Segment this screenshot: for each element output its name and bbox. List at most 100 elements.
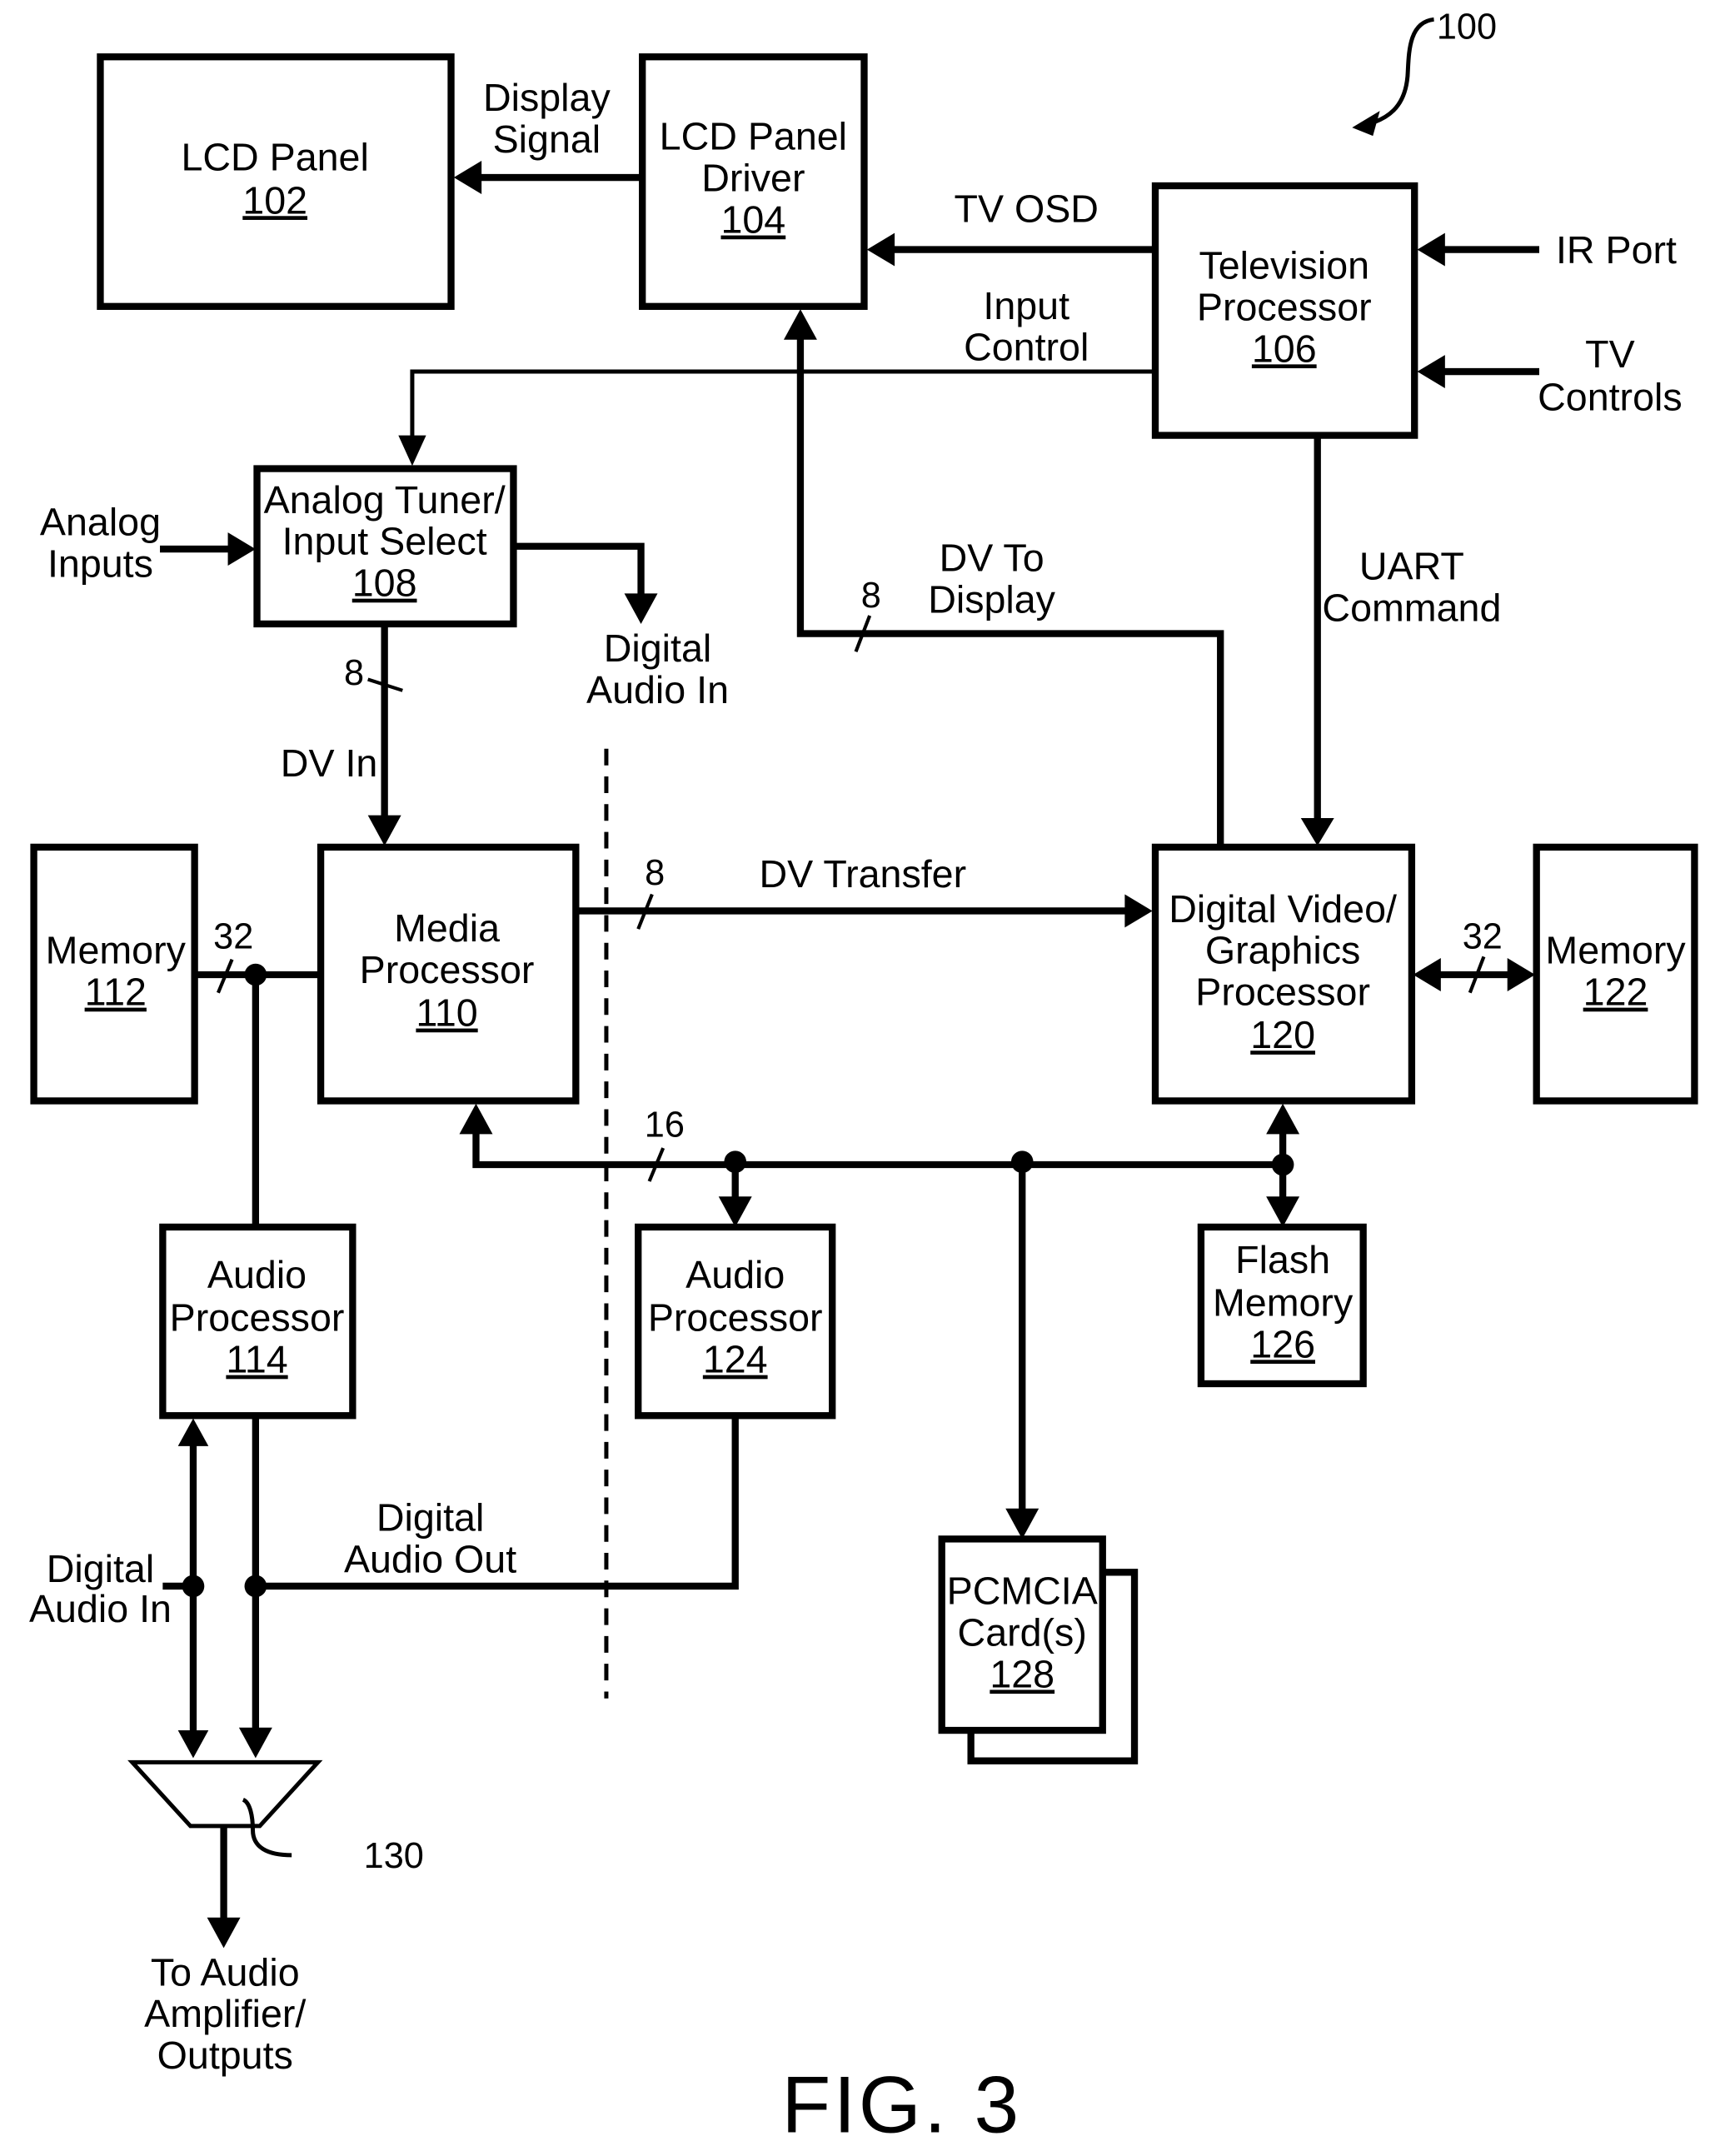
memory-112-bus-width: 32 (213, 916, 253, 956)
memory-122-bus-arrow-right (1507, 958, 1536, 991)
digital-audio-in-bottom-label-1: Digital (47, 1547, 154, 1590)
bus-to-dvg-arrowhead (1266, 1103, 1300, 1135)
digital-audio-out-label-1: Digital (376, 1495, 484, 1539)
dv-to-display-arrowhead (783, 309, 817, 340)
lcd-panel-ref: 102 (242, 178, 307, 222)
pcmcia-title-2: Card(s) (958, 1611, 1087, 1654)
tv-processor-title-1: Television (1199, 244, 1369, 287)
memory-112-ref: 112 (85, 971, 147, 1014)
audio-114-title-1: Audio (207, 1253, 307, 1296)
audio-114-out-arrowhead (238, 1727, 272, 1759)
digital-audio-in-bottom-label-2: Audio In (29, 1587, 172, 1630)
block-audio-processor-124[interactable]: Audio Processor 124 (635, 1223, 836, 1420)
tv-osd-arrowhead (866, 232, 895, 267)
block-television-processor[interactable]: Television Processor 106 (1151, 182, 1418, 439)
to-audio-amp-label-1: To Audio (151, 1950, 300, 1994)
flash-memory-title-1: Flash (1235, 1238, 1330, 1281)
flash-memory-ref: 126 (1250, 1322, 1315, 1365)
tv-controls-label-1: TV (1585, 332, 1635, 376)
block-analog-tuner[interactable]: Analog Tuner/ Input Select 108 (253, 465, 517, 628)
analog-tuner-ref: 108 (352, 561, 417, 605)
tv-controls-arrowhead (1417, 355, 1445, 389)
flash-memory-title-2: Memory (1213, 1280, 1354, 1324)
block-pcmcia-cards[interactable]: PCMCIA Card(s) 128 (938, 1535, 1139, 1764)
mixer-ref-label: 130 (364, 1836, 424, 1876)
tv-controls-label-2: Controls (1538, 376, 1683, 419)
dv-graphics-title-3: Processor (1195, 971, 1370, 1014)
uart-command-label-2: Command (1322, 586, 1501, 630)
lcd-driver-ref: 104 (720, 198, 785, 242)
display-signal-label-1: Display (483, 76, 611, 119)
bus-to-audio-124-arrowhead (718, 1196, 752, 1227)
ir-port-label: IR Port (1556, 228, 1677, 272)
digital-audio-in-top-arrowhead (624, 593, 658, 624)
block-dv-graphics-processor[interactable]: Digital Video/ Graphics Processor 120 (1151, 843, 1416, 1105)
display-signal-label-2: Signal (493, 117, 601, 161)
input-control-wire (410, 369, 1155, 442)
digital-audio-in-top-wire (513, 542, 645, 596)
mixer-output-arrowhead (207, 1917, 241, 1949)
digital-audio-in-bottom-junction (182, 1575, 205, 1598)
ir-port-arrowhead (1417, 232, 1445, 267)
media-processor-ref: 110 (416, 991, 477, 1035)
media-processor-title-2: Processor (360, 948, 535, 991)
lcd-driver-title-1: LCD Panel (660, 115, 847, 158)
audio-124-title-2: Processor (648, 1296, 823, 1340)
memory-122-title: Memory (1545, 929, 1686, 972)
digital-audio-out-junction (244, 1575, 267, 1598)
block-audio-processor-114[interactable]: Audio Processor 114 (159, 1223, 356, 1420)
block-lcd-panel-driver[interactable]: LCD Panel Driver 104 (639, 53, 868, 310)
audio-114-title-2: Processor (170, 1296, 345, 1340)
audio-114-ref: 114 (226, 1338, 287, 1381)
input-control-arrowhead (398, 435, 426, 467)
to-audio-amp-label-3: Outputs (157, 2034, 293, 2077)
dv-to-display-label-1: DV To (940, 537, 1044, 580)
dv-to-display-bus-width: 8 (861, 576, 881, 616)
analog-inputs-label-1: Analog (40, 500, 161, 543)
analog-tuner-title-2: Input Select (282, 520, 487, 563)
memory-122-bus-width: 32 (1463, 916, 1503, 956)
block-memory-112[interactable]: Memory 112 (30, 843, 198, 1105)
dv-graphics-title-2: Graphics (1205, 929, 1360, 972)
media-processor-title-1: Media (394, 906, 500, 950)
input-control-label-2: Control (964, 326, 1089, 369)
shared-bus-16 (472, 1131, 1284, 1169)
digital-audio-in-top-label-1: Digital (604, 626, 711, 670)
block-lcd-panel[interactable]: LCD Panel 102 (97, 53, 455, 310)
system-ref-leader (1365, 17, 1435, 127)
dv-transfer-arrowhead (1124, 894, 1153, 928)
shared-bus-media-arrowhead (459, 1103, 493, 1135)
uart-command-arrowhead (1300, 817, 1334, 846)
block-flash-memory[interactable]: Flash Memory 126 (1197, 1223, 1367, 1388)
memory-122-bus-arrow-left (1413, 958, 1441, 991)
dv-in-bus-width: 8 (344, 653, 364, 693)
lcd-driver-title-2: Driver (701, 157, 805, 200)
dv-in-arrowhead (367, 815, 401, 846)
analog-inputs-label-2: Inputs (47, 541, 153, 585)
input-control-label-1: Input (983, 284, 1069, 327)
block-diagram: 100 LCD Panel 102 Display Signal LCD Pan… (29, 7, 1698, 2150)
digital-audio-in-bottom-arrow-down (177, 1730, 209, 1759)
to-audio-amp-label-2: Amplifier/ (144, 1992, 306, 2035)
pcmcia-title-1: PCMCIA (947, 1570, 1098, 1613)
figure-caption: FIG. 3 (781, 2061, 1021, 2150)
block-media-processor[interactable]: Media Processor 110 (317, 843, 580, 1105)
block-memory-122[interactable]: Memory 122 (1533, 843, 1698, 1105)
shared-bus-16-width: 16 (645, 1105, 685, 1145)
lcd-panel-title: LCD Panel (181, 136, 368, 179)
dv-graphics-title-1: Digital Video/ (1169, 887, 1397, 931)
digital-audio-out-label-2: Audio Out (344, 1537, 516, 1580)
system-ref-arrowhead (1352, 111, 1380, 137)
memory-112-title: Memory (46, 929, 187, 972)
digital-audio-in-bottom-arrow-up (177, 1418, 209, 1446)
tv-processor-title-2: Processor (1197, 285, 1372, 328)
bus-to-pcmcia-arrowhead (1005, 1508, 1039, 1540)
display-signal-arrowhead (453, 161, 482, 195)
system-ref-label: 100 (1437, 7, 1497, 47)
pcmcia-ref: 128 (990, 1652, 1054, 1695)
tv-processor-ref: 106 (1252, 327, 1317, 370)
audio-mixer-130[interactable] (127, 1759, 323, 1829)
digital-audio-in-top-label-2: Audio In (586, 668, 729, 711)
tv-osd-label: TV OSD (954, 187, 1098, 230)
audio-124-ref: 124 (703, 1338, 768, 1381)
